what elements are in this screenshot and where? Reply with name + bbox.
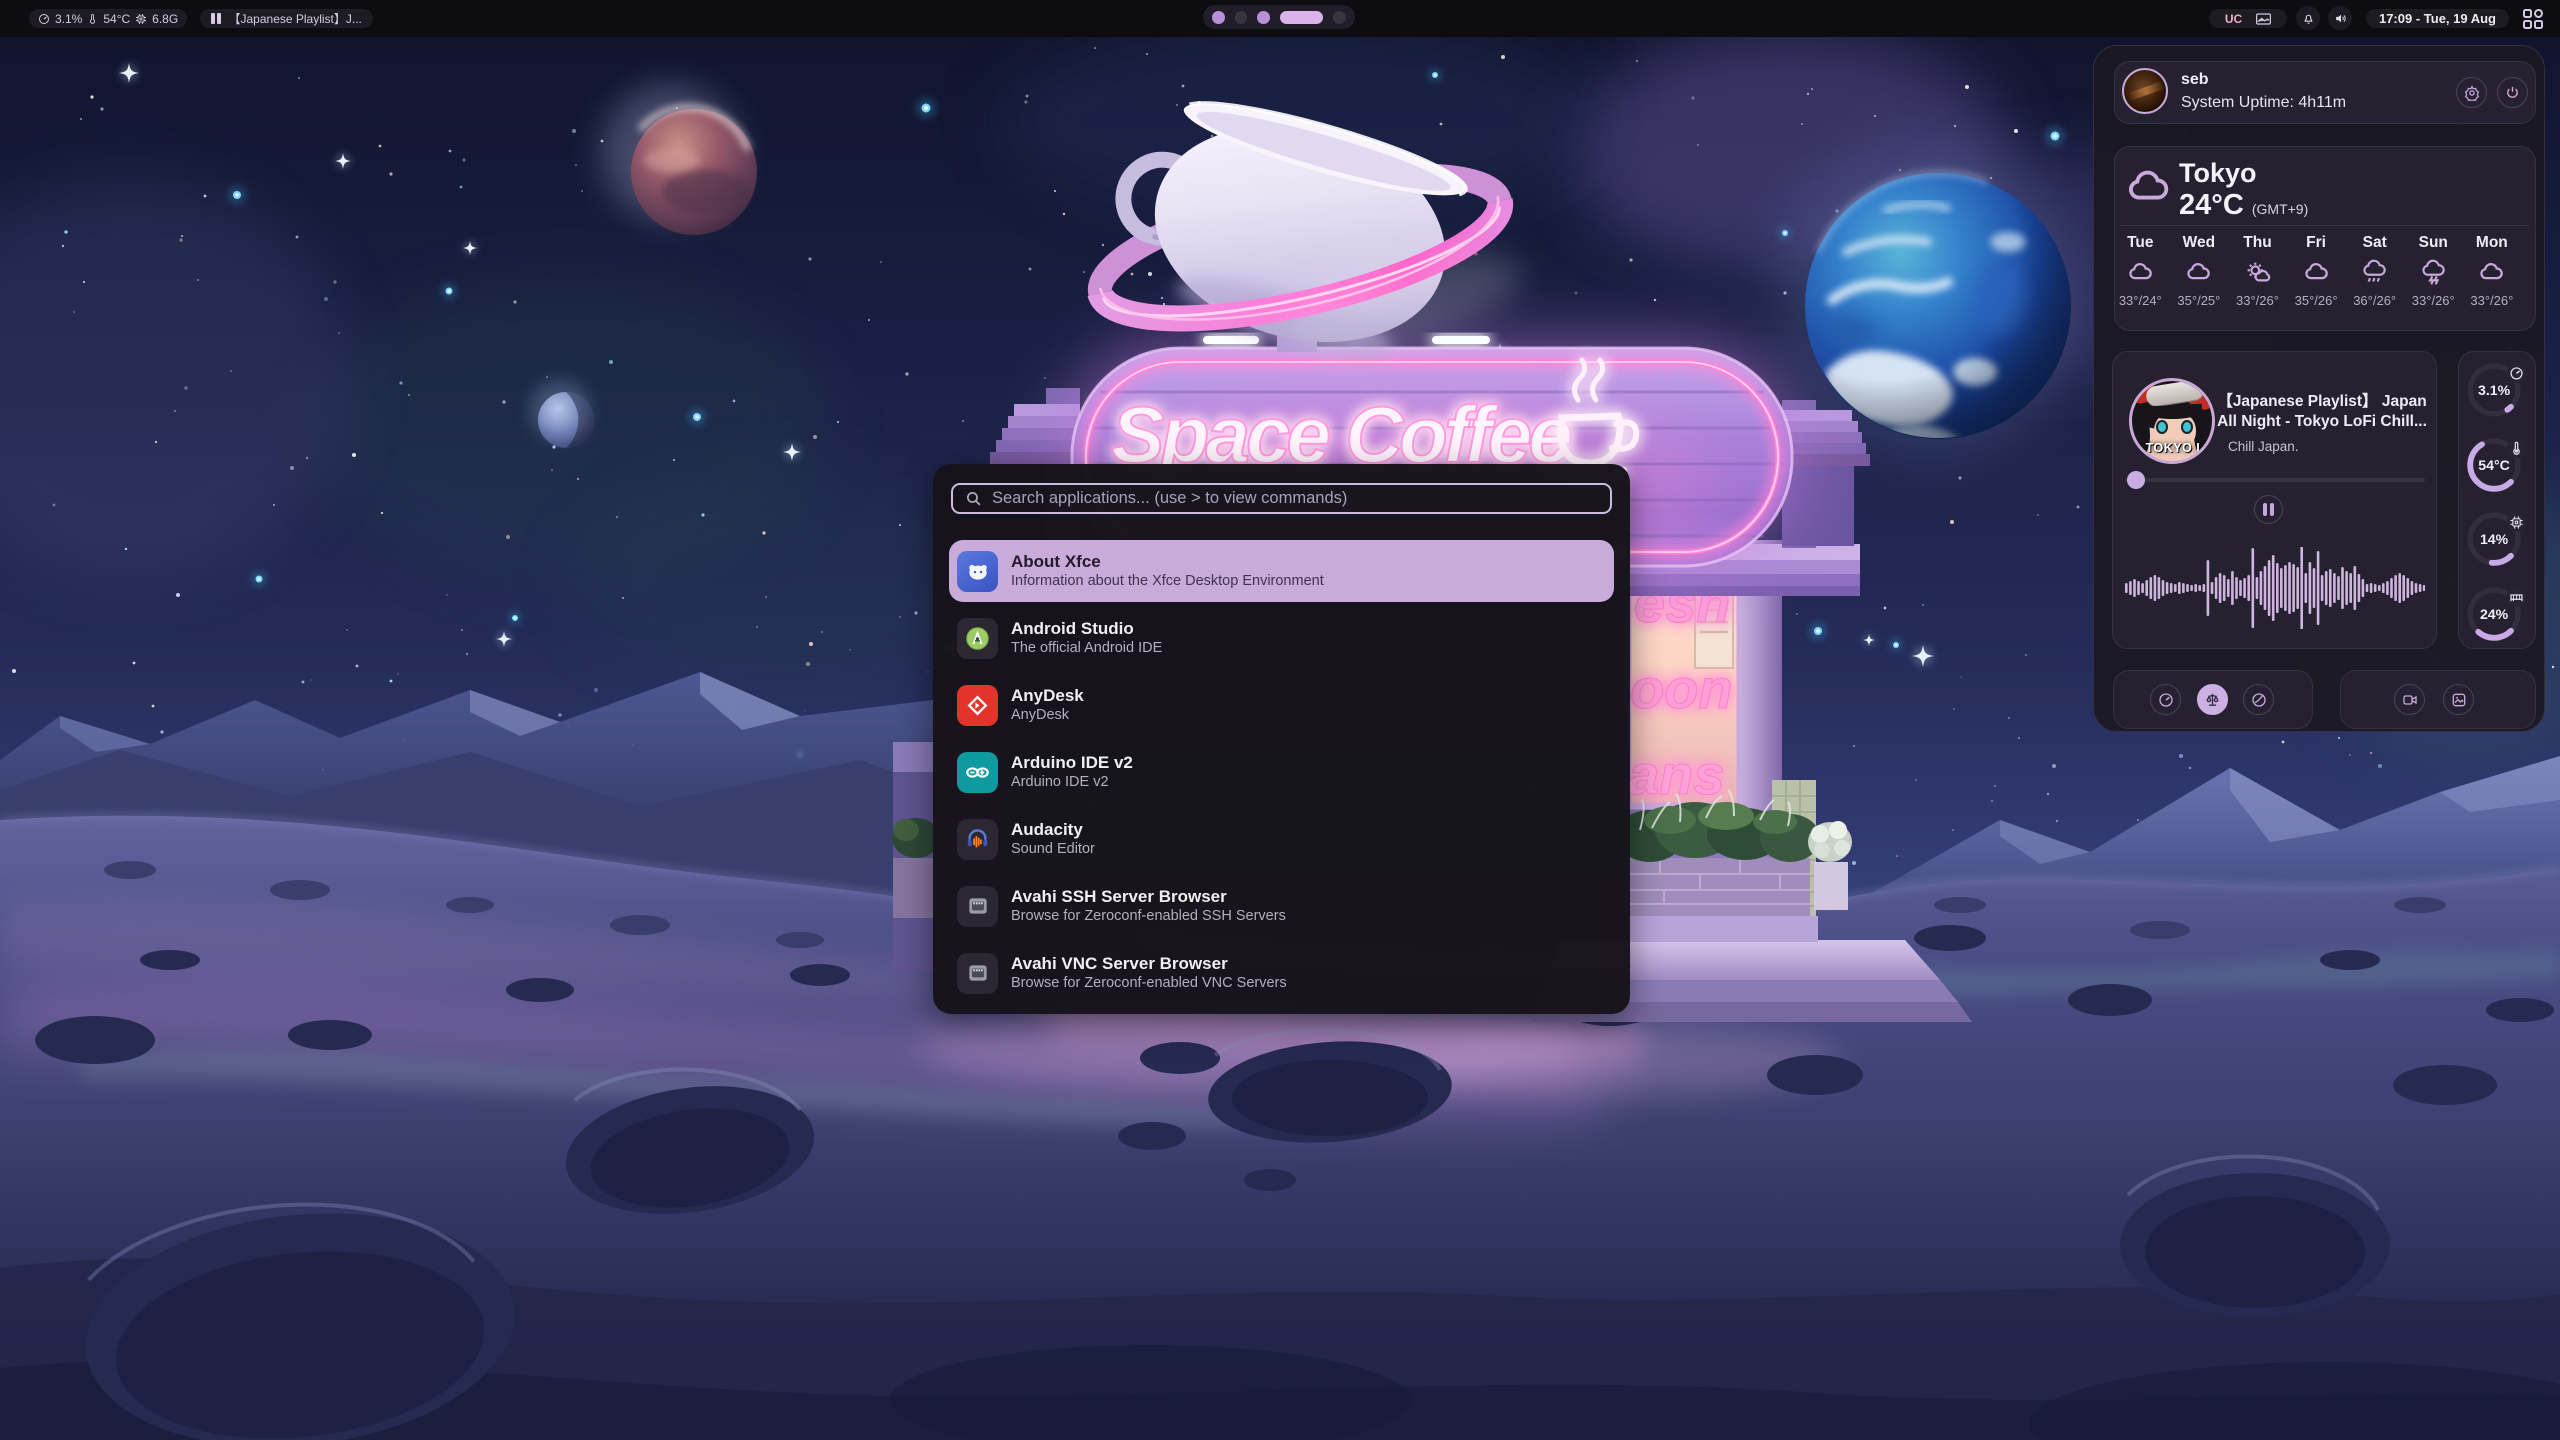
svg-text:oon: oon bbox=[1630, 657, 1733, 720]
svg-text:ans: ans bbox=[1628, 743, 1725, 806]
svg-text:3.1%: 3.1% bbox=[2478, 382, 2511, 398]
svg-text:14%: 14% bbox=[2480, 531, 2509, 547]
svg-text:24%: 24% bbox=[2480, 606, 2509, 622]
svg-text:54°C: 54°C bbox=[2478, 457, 2510, 473]
